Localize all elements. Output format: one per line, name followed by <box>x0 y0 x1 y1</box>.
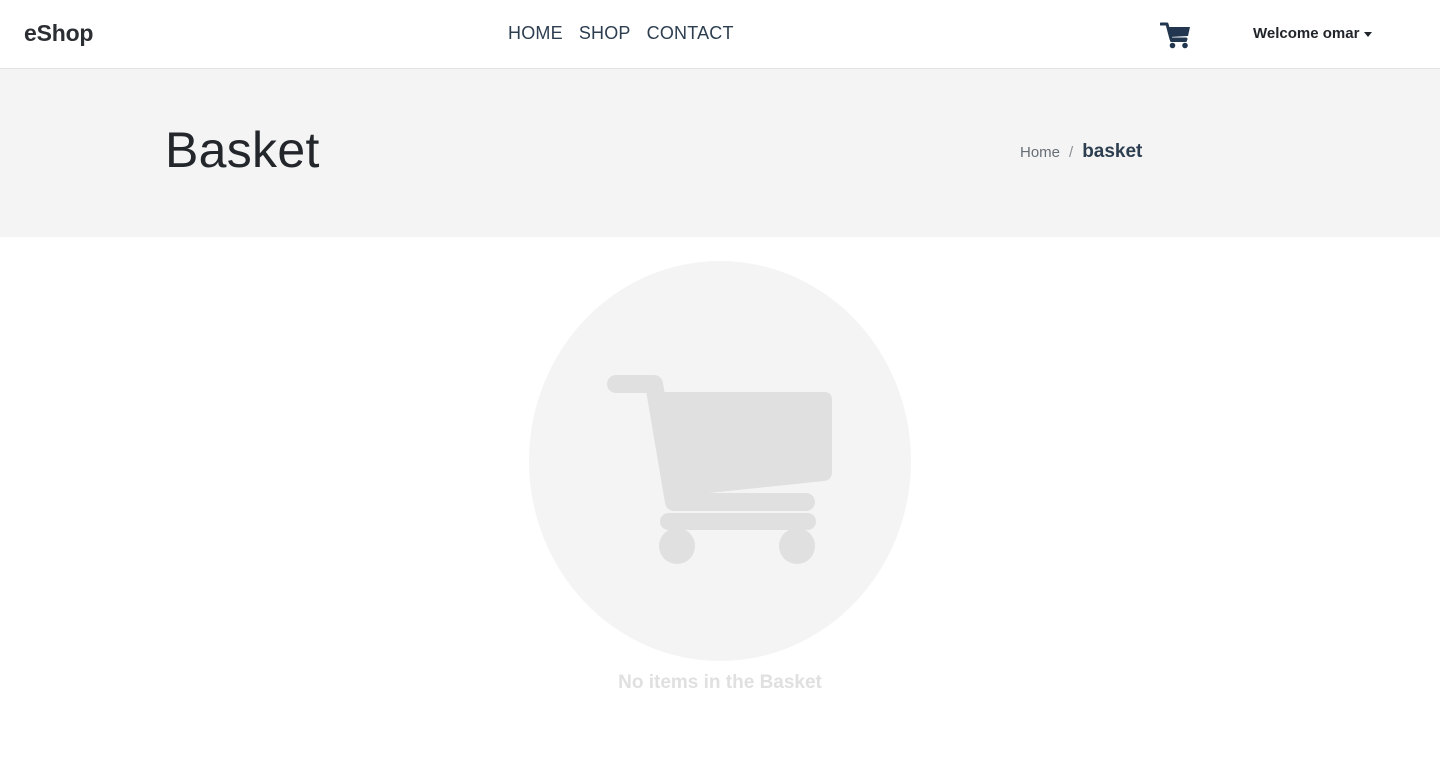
page-header: Basket Home / basket <box>0 69 1440 237</box>
breadcrumb: Home / basket <box>1020 141 1142 163</box>
breadcrumb-home-link[interactable]: Home <box>1020 144 1060 161</box>
nav-link-shop[interactable]: SHOP <box>579 23 631 44</box>
main-nav: HOME SHOP CONTACT <box>508 23 750 44</box>
top-navbar: eShop HOME SHOP CONTACT Welcome omar <box>0 0 1440 69</box>
page-title: Basket <box>165 122 320 178</box>
nav-link-home[interactable]: HOME <box>508 23 563 44</box>
breadcrumb-separator: / <box>1069 144 1074 161</box>
nav-link-contact[interactable]: CONTACT <box>647 23 734 44</box>
breadcrumb-current: basket <box>1082 141 1143 162</box>
empty-basket-message: No items in the Basket <box>618 672 822 693</box>
brand-logo[interactable]: eShop <box>24 20 93 47</box>
caret-down-icon <box>1364 31 1373 37</box>
shopping-cart-icon <box>607 375 832 564</box>
user-menu-label: Welcome omar <box>1253 25 1360 42</box>
user-menu-dropdown[interactable]: Welcome omar <box>1253 25 1373 42</box>
shopping-cart-icon <box>1159 22 1190 49</box>
cart-button[interactable] <box>1159 20 1192 50</box>
